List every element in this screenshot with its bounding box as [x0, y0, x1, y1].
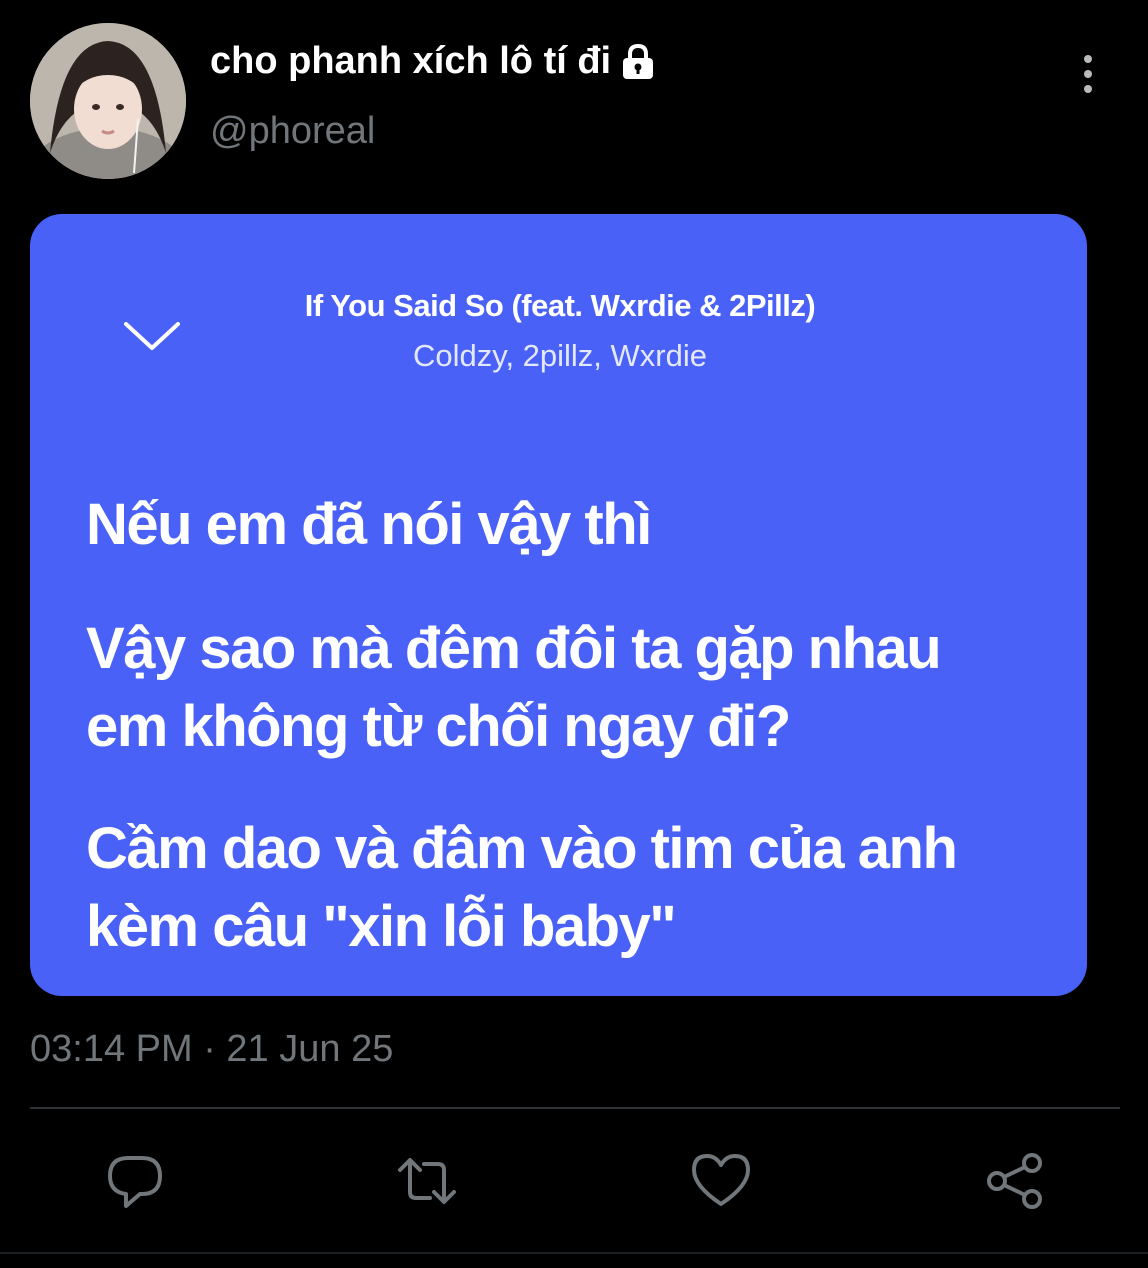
- retweet-button[interactable]: [396, 1150, 458, 1212]
- share-icon: [987, 1153, 1042, 1209]
- lyric-line: Nếu em đã nói vậy thì: [86, 486, 1076, 564]
- lyric-line-text: kèm câu "xin lỗi baby": [86, 894, 677, 959]
- display-name-text: cho phanh xích lô tí đi: [210, 40, 612, 82]
- divider: [30, 1107, 1120, 1109]
- song-title: If You Said So (feat. Wxrdie & 2Pillz): [304, 288, 816, 323]
- reply-button[interactable]: [104, 1150, 166, 1212]
- lyric-line-text: Vậy sao mà đêm đôi ta gặp nhau: [86, 616, 942, 681]
- reply-icon: [108, 1156, 162, 1208]
- user-handle[interactable]: @phoreal: [210, 110, 375, 153]
- bottom-divider: [0, 1252, 1148, 1254]
- lyric-line-text: em không từ chối ngay đi?: [86, 694, 791, 759]
- lock-icon: [621, 43, 655, 81]
- lyric-line: Vậy sao mà đêm đôi ta gặp nhau em không …: [86, 610, 1076, 766]
- like-button[interactable]: [690, 1150, 752, 1212]
- tweet-header: cho phanh xích lô tí đi @phoreal: [0, 0, 1148, 200]
- retweet-icon: [398, 1158, 456, 1204]
- lyric-line-text: Cầm dao và đâm vào tim của anh: [86, 816, 958, 881]
- avatar-image: [30, 23, 186, 179]
- lyric-line-text: Nếu em đã nói vậy thì: [86, 492, 652, 557]
- lyrics-card-image[interactable]: If You Said So (feat. Wxrdie & 2Pillz) C…: [30, 214, 1087, 996]
- song-artists: Coldzy, 2pillz, Wxrdie: [412, 338, 707, 373]
- tweet-timestamp[interactable]: 03:14 PM · 21 Jun 25: [30, 1028, 393, 1071]
- more-vertical-icon: [1084, 55, 1092, 93]
- share-button[interactable]: [984, 1150, 1046, 1212]
- avatar[interactable]: [30, 23, 186, 179]
- heart-icon: [692, 1154, 750, 1206]
- display-name[interactable]: cho phanh xích lô tí đi: [210, 40, 655, 83]
- more-options-button[interactable]: [1068, 52, 1108, 96]
- lyric-line: Cầm dao và đâm vào tim của anh kèm câu "…: [86, 810, 1076, 966]
